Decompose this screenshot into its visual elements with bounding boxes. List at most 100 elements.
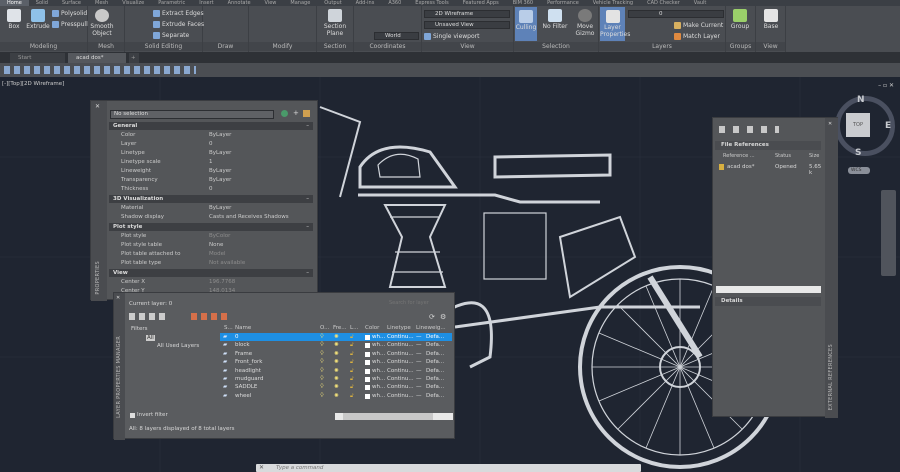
panel-title[interactable]: Modeling <box>0 42 87 51</box>
property-row[interactable]: Lineweight ByLayer <box>109 167 313 176</box>
layer-lineweight[interactable]: Defa... <box>426 333 444 341</box>
panel-title[interactable]: Selection <box>514 42 598 51</box>
property-row[interactable]: Layer 0 <box>109 140 313 149</box>
section-header[interactable]: Plot style – <box>109 223 313 231</box>
search-layer-input[interactable] <box>389 298 451 307</box>
select-objects-icon[interactable]: + <box>293 109 299 117</box>
color-swatch[interactable] <box>365 351 370 357</box>
layer-color[interactable]: wh... <box>372 383 385 391</box>
property-row[interactable]: Plot style ByColor <box>109 232 313 241</box>
panel-title[interactable]: View <box>422 42 513 51</box>
tab-acad-dos[interactable]: acad dos* <box>68 53 126 63</box>
layer-lineweight[interactable]: Defa... <box>426 341 444 349</box>
color-swatch[interactable] <box>365 335 370 340</box>
property-row[interactable]: Plot table type Not available <box>109 259 313 268</box>
command-line[interactable]: ✕ <box>256 464 641 472</box>
property-value[interactable]: None <box>209 241 223 250</box>
lightbulb-icon[interactable]: 💡︎ <box>320 350 324 358</box>
layer-name[interactable]: Front_fork <box>235 358 262 366</box>
horizontal-scrollbar[interactable] <box>716 286 821 293</box>
sun-icon[interactable]: ✺ <box>334 333 339 341</box>
panel-title[interactable]: View <box>756 42 785 51</box>
layer-name[interactable]: block <box>235 341 250 349</box>
layer-column-header[interactable]: Linetype <box>387 325 411 331</box>
property-value[interactable]: 0 <box>209 140 213 149</box>
color-swatch[interactable] <box>365 343 370 349</box>
layer-column-header[interactable]: Lineweig... <box>416 325 446 331</box>
lightbulb-icon[interactable]: 💡︎ <box>320 392 324 400</box>
property-value[interactable]: 1 <box>209 158 213 167</box>
lightbulb-icon[interactable]: 💡︎ <box>320 383 324 391</box>
match-layer-button[interactable]: Match Layer <box>674 33 720 40</box>
color-swatch[interactable] <box>365 368 370 374</box>
sun-icon[interactable]: ✺ <box>334 383 339 391</box>
close-icon[interactable]: ✕ <box>95 103 100 110</box>
layer-lineweight[interactable]: Defa... <box>426 367 444 375</box>
property-row[interactable]: Shadow display Casts and Receives Shadows <box>109 213 313 222</box>
color-swatch[interactable] <box>365 377 370 382</box>
property-value[interactable]: Casts and Receives Shadows <box>209 213 289 222</box>
property-row[interactable]: Linetype ByLayer <box>109 149 313 158</box>
lock-icon[interactable]: 🔓︎ <box>350 350 354 358</box>
color-swatch[interactable] <box>365 360 370 366</box>
panel-title[interactable]: Coordinates <box>354 42 421 51</box>
layer-linetype[interactable]: Continu... <box>387 333 414 341</box>
viewport-config-button[interactable]: Single viewport <box>424 33 479 40</box>
layer-name[interactable]: wheel <box>235 392 251 400</box>
property-value[interactable]: ByLayer <box>209 131 231 140</box>
box-button[interactable]: Box <box>2 9 26 30</box>
panel-title[interactable]: Mesh <box>88 42 124 51</box>
palette-title-strip[interactable]: ✕ EXTERNAL REFERENCES <box>825 118 838 418</box>
property-value[interactable]: ByLayer <box>209 149 231 158</box>
compass-north[interactable]: N <box>857 95 865 105</box>
column-size[interactable]: Size <box>809 153 819 159</box>
lightbulb-icon[interactable]: 💡︎ <box>320 333 324 341</box>
tab-start[interactable]: Start <box>10 53 65 63</box>
move-gizmo-button[interactable]: Move Gizmo <box>572 9 598 37</box>
property-row[interactable]: Linetype scale 1 <box>109 158 313 167</box>
filter-all[interactable]: All <box>146 335 155 341</box>
layer-linetype[interactable]: Continu... <box>387 392 414 400</box>
layer-linetype[interactable]: Continu... <box>387 341 414 349</box>
base-button[interactable]: Base <box>759 9 783 30</box>
property-row[interactable]: Plot table attached to Model <box>109 250 313 259</box>
collapse-icon[interactable]: – <box>306 195 309 203</box>
refresh-icon[interactable]: ⟳ <box>429 313 435 321</box>
layer-color[interactable]: wh... <box>372 392 385 400</box>
section-header[interactable]: General – <box>109 122 313 130</box>
layer-row[interactable]: ▰ Frame 💡︎ ✺ 🔓︎ wh... Continu... — Defa... <box>220 350 452 358</box>
layer-column-header[interactable]: Fre... <box>333 325 347 331</box>
separate-button[interactable]: Separate <box>153 32 189 39</box>
lock-icon[interactable]: 🔓︎ <box>350 383 354 391</box>
layer-linetype[interactable]: Continu... <box>387 367 414 375</box>
layer-color[interactable]: wh... <box>372 341 385 349</box>
layer-name[interactable]: mudguard <box>235 375 263 383</box>
xref-toolbar-icons[interactable] <box>719 126 779 133</box>
layer-column-header[interactable]: S... <box>224 325 233 331</box>
group-button[interactable]: Group <box>728 9 752 30</box>
color-swatch[interactable] <box>365 385 370 391</box>
lock-icon[interactable]: 🔓︎ <box>350 375 354 383</box>
close-icon[interactable]: ✕ <box>259 464 264 471</box>
section-header[interactable]: View – <box>109 269 313 277</box>
layer-name[interactable]: SADDLE <box>235 383 257 391</box>
panel-title[interactable]: Layers <box>599 42 725 51</box>
horizontal-scrollbar[interactable] <box>335 413 453 420</box>
column-status[interactable]: Status <box>775 153 791 159</box>
panel-title[interactable]: Modify <box>249 42 316 51</box>
layer-lineweight[interactable]: Defa... <box>426 350 444 358</box>
property-row[interactable]: Thickness 0 <box>109 185 313 194</box>
settings-icon[interactable]: ⚙ <box>440 313 446 321</box>
sun-icon[interactable]: ✺ <box>334 367 339 375</box>
layer-lineweight[interactable]: Defa... <box>426 383 444 391</box>
layer-row[interactable]: ▰ Front_fork 💡︎ ✺ 🔓︎ wh... Continu... — Defa... <box>220 358 452 366</box>
presspull-button[interactable]: Presspull <box>52 21 88 28</box>
polysolid-button[interactable]: Polysolid <box>52 10 87 17</box>
lock-icon[interactable]: 🔓︎ <box>350 367 354 375</box>
layer-toolbar-icons[interactable] <box>191 313 231 320</box>
palette-title-strip[interactable]: ✕ PROPERTIES <box>91 101 107 301</box>
column-reference[interactable]: Reference ... <box>723 153 755 159</box>
command-input[interactable] <box>276 464 626 472</box>
layer-row[interactable]: ▰ 0 💡︎ ✺ 🔓︎ wh... Continu... — Defa... <box>220 333 452 342</box>
new-tab-button[interactable]: + <box>129 53 139 63</box>
